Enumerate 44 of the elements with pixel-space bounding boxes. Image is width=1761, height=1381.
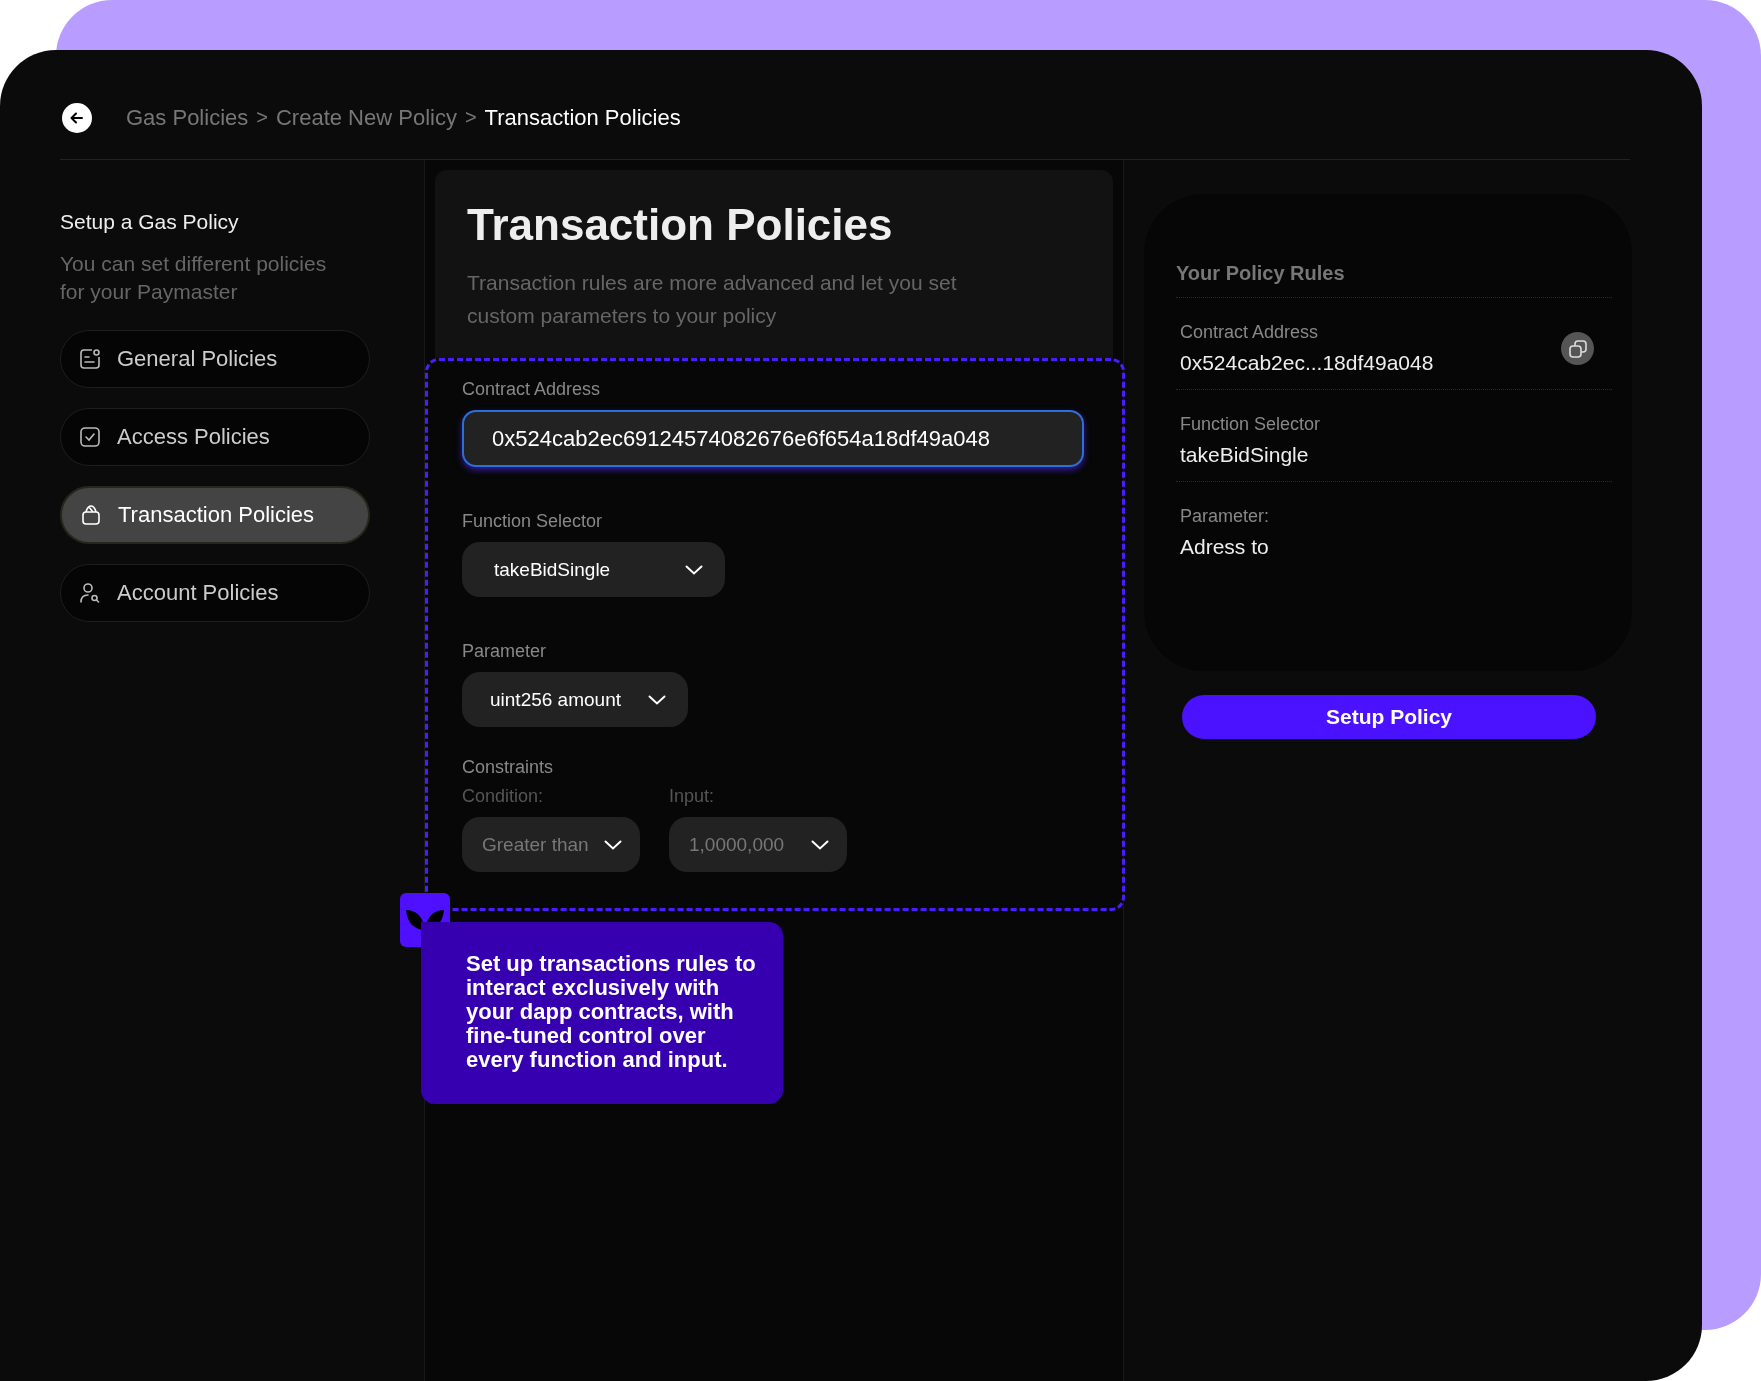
page-description: Transaction rules are more advanced and let you set custom parameters to your policy bbox=[467, 270, 958, 329]
sidebar-item[interactable]: Transaction Policies bbox=[60, 486, 370, 544]
copy-icon bbox=[1567, 338, 1588, 359]
copy-button[interactable] bbox=[1561, 332, 1594, 365]
breadcrumb-link[interactable]: Gas Policies bbox=[126, 104, 249, 131]
sidebar-item[interactable]: General Policies bbox=[60, 330, 370, 388]
field-label: Contract Address bbox=[462, 379, 602, 400]
setup-policy-button[interactable]: Setup Policy bbox=[1182, 695, 1596, 739]
card-icon bbox=[79, 348, 101, 370]
rules-title: Your Policy Rules bbox=[1176, 262, 1612, 298]
sidebar-item[interactable]: Account Policies bbox=[60, 564, 370, 622]
sidebar-subtitle: You can set different policies for your Paymaster bbox=[60, 251, 328, 305]
page-title: Transaction Policies bbox=[467, 200, 894, 250]
user-icon bbox=[79, 582, 101, 604]
breadcrumb-separator: > bbox=[464, 106, 477, 129]
sidebar-title: Setup a Gas Policy bbox=[60, 210, 240, 234]
rule-value: Adress to bbox=[1180, 535, 1270, 559]
dropdown[interactable]: takeBidSingle bbox=[462, 542, 725, 597]
sidebar-item[interactable]: Access Policies bbox=[60, 408, 370, 466]
dropdown[interactable]: Greater than bbox=[462, 817, 640, 872]
field-label: Constraints bbox=[462, 757, 555, 778]
back-button[interactable] bbox=[62, 102, 92, 133]
rule-label: Function Selector bbox=[1180, 414, 1321, 435]
bag-icon bbox=[80, 504, 102, 526]
breadcrumb-link[interactable]: Transaction Policies bbox=[484, 104, 681, 131]
checkbox-icon bbox=[79, 426, 101, 448]
rule-value: 0x524cab2ec...18df49a048 bbox=[1180, 351, 1434, 375]
breadcrumb-link[interactable]: Create New Policy bbox=[275, 104, 457, 131]
chevron-icon bbox=[811, 839, 829, 850]
tooltip: Set up transactions rules to interact exclusively with your dapp contracts, with fine-tuned control over every function and input. bbox=[421, 922, 783, 1104]
field-label: Parameter bbox=[462, 641, 548, 662]
chevron-icon bbox=[604, 839, 622, 850]
field-label: Input: bbox=[669, 786, 716, 807]
input-field[interactable]: 0x524cab2ec69124574082676e6f654a18df49a048 bbox=[462, 410, 1084, 467]
rule-label: Parameter: bbox=[1180, 506, 1270, 527]
chevron-icon bbox=[648, 694, 666, 705]
chevron-icon bbox=[685, 564, 703, 575]
field-label: Condition: bbox=[462, 786, 545, 807]
breadcrumb-separator: > bbox=[256, 106, 268, 129]
field-label: Function Selector bbox=[462, 511, 604, 532]
dropdown[interactable]: uint256 amount bbox=[462, 672, 688, 727]
dropdown[interactable]: 1,0000,000 bbox=[669, 817, 847, 872]
rule-value: takeBidSingle bbox=[1180, 443, 1310, 467]
rule-label: Contract Address bbox=[1180, 322, 1320, 343]
